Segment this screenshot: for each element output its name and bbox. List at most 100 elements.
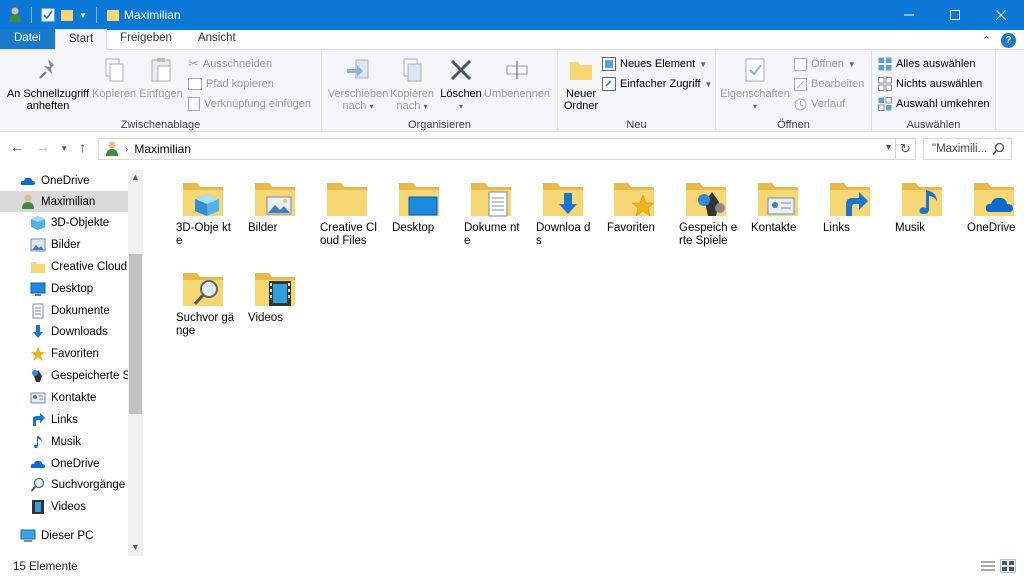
paste-shortcut-icon <box>188 97 200 111</box>
forward-arrow-icon[interactable]: → <box>36 139 50 155</box>
open-button[interactable]: Öffnen ▼ <box>794 54 856 74</box>
folder-item[interactable]: Bilder <box>242 174 308 235</box>
folder-item[interactable]: Links <box>817 174 883 235</box>
close-button[interactable] <box>978 0 1024 30</box>
edit-button[interactable]: Bearbeiten <box>794 74 864 94</box>
address-bar[interactable]: › Maximilian ▾ <box>98 138 896 160</box>
folder-item[interactable]: Dokume nte <box>458 174 524 248</box>
tab-file[interactable]: Datei <box>0 29 55 49</box>
quick-access-dropdown-icon[interactable]: ▼ <box>79 11 87 20</box>
recent-dropdown-icon[interactable]: ▾ <box>62 143 67 154</box>
music-folder-icon <box>889 178 955 218</box>
scroll-thumb[interactable] <box>129 254 142 414</box>
nav-item-label: Bilder <box>51 238 81 251</box>
properties-icon[interactable] <box>41 8 55 22</box>
history-button[interactable]: Verlauf <box>794 94 845 114</box>
folder-item[interactable]: Musik <box>889 174 955 235</box>
nav-item[interactable]: Desktop <box>0 278 128 299</box>
refresh-button[interactable]: ↻ <box>896 138 916 160</box>
select-none-button[interactable]: Nichts auswählen <box>878 74 982 94</box>
back-arrow-icon[interactable]: ← <box>10 139 24 155</box>
new-item-button[interactable]: Neues Element ▼ <box>602 54 707 74</box>
folder-item[interactable]: 3D-Obje kte <box>170 174 236 248</box>
nav-item[interactable]: Musik <box>0 431 128 452</box>
copy-to-button[interactable]: Kopieren nach ▾ <box>386 56 438 113</box>
group-label-clipboard: Zwischenablage <box>120 119 201 131</box>
select-all-button[interactable]: Alles auswählen <box>878 54 976 74</box>
help-icon[interactable]: ? <box>1001 33 1016 48</box>
group-label-select: Auswählen <box>906 119 961 131</box>
copy-button[interactable]: Kopieren <box>92 56 136 100</box>
nav-item[interactable]: OneDrive <box>0 453 128 474</box>
nav-item[interactable]: Kontakte <box>0 387 128 408</box>
tab-share[interactable]: Freigeben <box>107 29 185 49</box>
nav-item[interactable]: Favoriten <box>0 343 128 364</box>
move-to-button[interactable]: Verschieben nach ▾ <box>326 56 390 113</box>
paste-shortcut-button[interactable]: Verknüpfung einfügen <box>188 94 311 114</box>
copy-icon <box>105 58 124 82</box>
nav-item-label: Favoriten <box>51 347 99 360</box>
large-icons-view-button[interactable] <box>1000 559 1016 573</box>
folder-item[interactable]: Suchvor gänge <box>170 264 236 338</box>
properties-button[interactable]: Eigenschaften ▾ <box>720 56 790 113</box>
3d-objects-folder-icon <box>170 178 236 218</box>
easy-access-button[interactable]: Einfacher Zugriff ▼ <box>602 74 712 94</box>
paste-button[interactable]: Einfügen <box>138 56 184 100</box>
folder-item[interactable]: Gespeich erte Spiele <box>673 174 739 248</box>
nav-item[interactable]: Gespeicherte Spi <box>0 365 128 386</box>
folder-item[interactable]: OneDrive <box>961 174 1024 235</box>
group-new: Neuer Ordner Neues Element ▼ Einfacher Zu… <box>558 50 716 132</box>
links-folder-icon <box>817 178 883 218</box>
new-folder-button[interactable]: Neuer Ordner <box>562 56 600 112</box>
easy-access-icon <box>602 77 616 91</box>
collapse-ribbon-icon[interactable]: ⌃ <box>982 34 991 47</box>
nav-item[interactable]: Creative Cloud F <box>0 256 128 277</box>
invert-selection-button[interactable]: Auswahl umkehren <box>878 94 990 114</box>
details-view-button[interactable] <box>980 559 996 573</box>
nav-item[interactable]: Links <box>0 409 128 430</box>
copy-path-button[interactable]: Pfad kopieren <box>188 74 274 94</box>
new-folder-quick-icon[interactable] <box>60 8 74 22</box>
breadcrumb-current[interactable]: Maximilian <box>134 142 191 156</box>
nav-item[interactable]: Suchvorgänge <box>0 474 128 495</box>
open-icon <box>794 57 807 71</box>
search-input[interactable]: "Maximili... <box>923 138 1012 160</box>
nav-item[interactable]: Dokumente <box>0 300 128 321</box>
folder-item[interactable]: Creative Cloud Files <box>314 174 380 248</box>
minimize-button[interactable] <box>886 0 932 30</box>
nav-item[interactable]: Downloads <box>0 321 128 342</box>
nav-scrollbar[interactable]: ▲ ▼ <box>128 170 143 556</box>
folder-item[interactable]: Desktop <box>386 174 452 235</box>
folder-item[interactable]: Kontakte <box>745 174 811 235</box>
folder-item[interactable]: Downloa ds <box>530 174 596 248</box>
scroll-up-icon[interactable]: ▲ <box>128 170 143 184</box>
nav-item[interactable]: OneDrive <box>0 170 128 191</box>
ribbon: An Schnellzugriff anheften Kopieren Einf… <box>0 50 1024 132</box>
maximize-button[interactable] <box>932 0 978 30</box>
nav-item[interactable]: Bilder <box>0 234 128 255</box>
breadcrumb-chevron-icon[interactable]: › <box>125 144 128 155</box>
nav-item-label: Gespeicherte Spi <box>51 369 128 382</box>
nav-item[interactable]: Maximilian <box>0 191 128 212</box>
new-folder-icon <box>570 62 592 80</box>
up-arrow-icon[interactable]: ↑ <box>79 139 86 155</box>
pin-quick-access-button[interactable]: An Schnellzugriff anheften <box>6 56 90 112</box>
details-view-icon <box>981 561 995 571</box>
nav-item[interactable]: 3D-Objekte <box>0 212 128 233</box>
cut-button[interactable]: ✂ Ausschneiden <box>188 54 272 74</box>
folder-item[interactable]: Videos <box>242 264 308 325</box>
nav-item[interactable]: Dieser PC <box>0 525 128 546</box>
folder-icon <box>30 259 46 275</box>
folder-item[interactable]: Favoriten <box>601 174 667 235</box>
search-icon[interactable] <box>992 142 1005 156</box>
downloads-icon <box>30 324 46 340</box>
nav-item[interactable]: Videos <box>0 496 128 517</box>
tab-start[interactable]: Start <box>54 29 108 50</box>
history-icon <box>794 98 807 110</box>
large-icons-view-icon <box>1002 561 1014 571</box>
delete-button[interactable]: Löschen ▾ <box>440 56 482 113</box>
scroll-down-icon[interactable]: ▼ <box>128 540 143 554</box>
address-dropdown-icon[interactable]: ▾ <box>886 142 891 153</box>
tab-view[interactable]: Ansicht <box>185 29 249 49</box>
rename-button[interactable]: Umbenennen <box>484 56 550 100</box>
